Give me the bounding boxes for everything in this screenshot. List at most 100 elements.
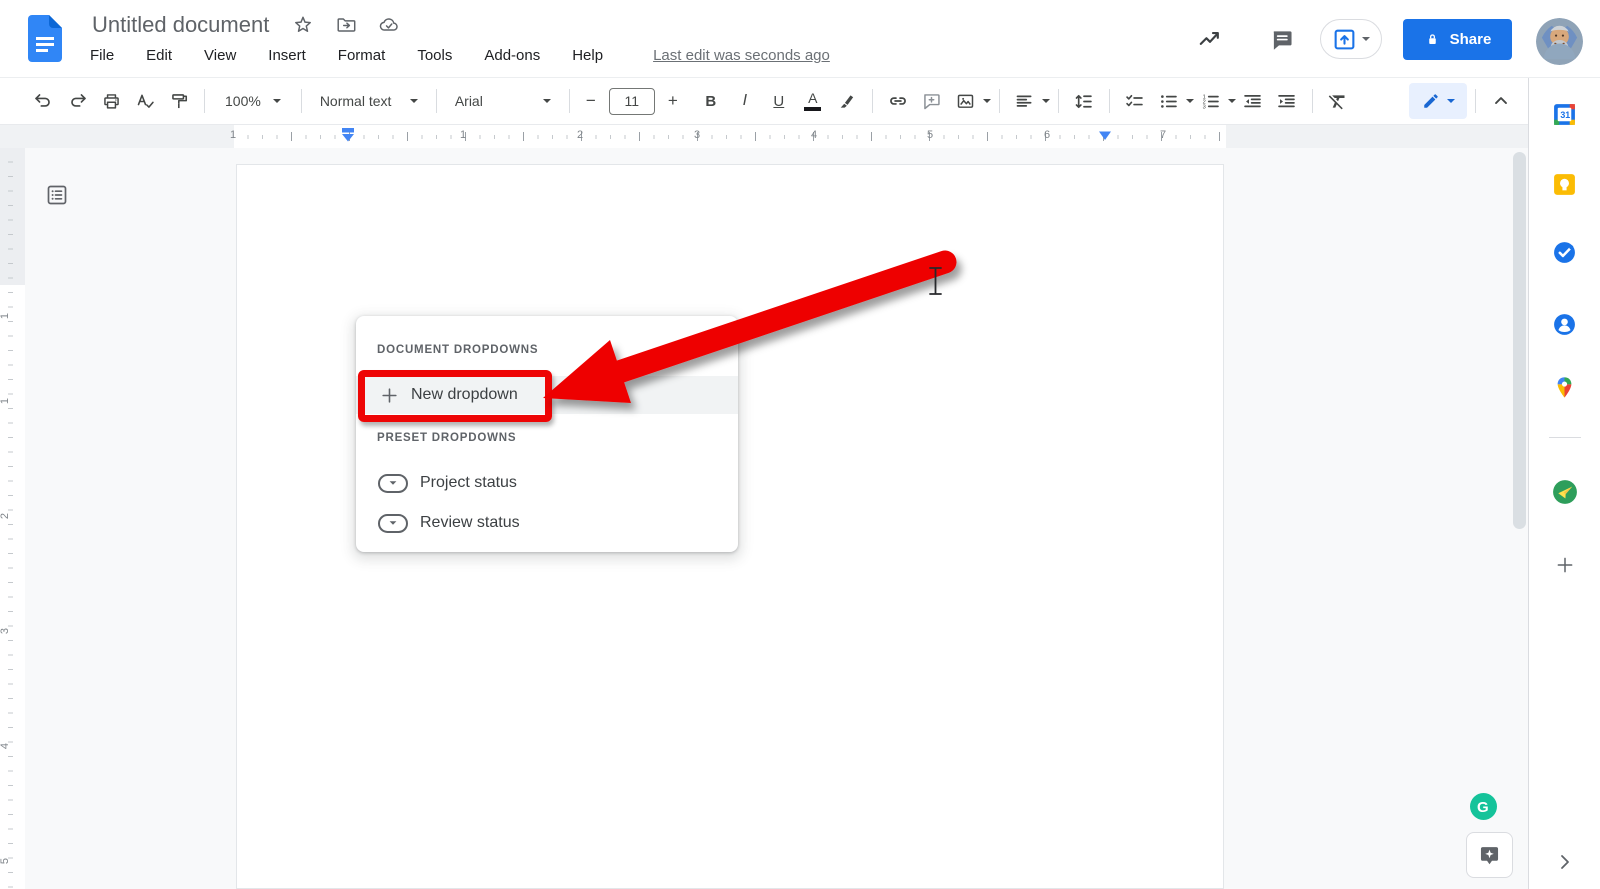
cloud-saved-icon[interactable] [376, 12, 402, 38]
lock-icon [1428, 34, 1436, 44]
menu-edit[interactable]: Edit [144, 45, 174, 66]
calendar-icon[interactable]: 31 [1551, 100, 1579, 128]
assistant-marker-icon [1480, 846, 1499, 864]
insert-image-button[interactable] [949, 85, 983, 117]
share-button[interactable]: Share [1403, 19, 1512, 60]
text-color-button[interactable]: A [796, 85, 830, 117]
menu-insert[interactable]: Insert [266, 45, 308, 66]
decrease-font-size-button[interactable]: − [578, 85, 604, 117]
paint-format-button[interactable] [162, 85, 196, 117]
hide-side-panel-chevron[interactable] [1551, 848, 1579, 876]
toolbar-divider [1475, 89, 1476, 113]
menu-help[interactable]: Help [570, 45, 605, 66]
document-title[interactable]: Untitled document [88, 10, 273, 40]
grammarly-assistant-button[interactable] [1466, 832, 1513, 878]
menu-view[interactable]: View [202, 45, 238, 66]
numbered-list-caret[interactable] [1227, 99, 1236, 103]
mail-merge-addon-icon[interactable] [1551, 478, 1579, 506]
bullet-list-caret[interactable] [1185, 99, 1194, 103]
toolbar-divider [300, 89, 302, 113]
menu-bar: File Edit View Insert Format Tools Add-o… [88, 45, 830, 66]
google-docs-app: Untitled document File Edit View Insert … [0, 0, 1600, 889]
star-icon[interactable] [290, 12, 316, 38]
vertical-scrollbar[interactable] [1513, 152, 1526, 529]
show-outline-button[interactable] [44, 182, 70, 208]
toolbar: 100% Normal text Arial − 11 + B I U A 1 … [0, 78, 1528, 125]
insert-link-button[interactable] [881, 85, 915, 117]
toolbar-divider [435, 89, 437, 113]
clear-formatting-button[interactable] [1321, 85, 1355, 117]
spellcheck-button[interactable] [128, 85, 162, 117]
svg-text:3: 3 [1203, 104, 1206, 110]
ruler-number: 1 [0, 312, 12, 320]
zoom-select[interactable]: 100% [213, 85, 293, 117]
zoom-value: 100% [225, 93, 261, 109]
increase-indent-button[interactable] [1270, 85, 1304, 117]
increase-font-size-button[interactable]: + [660, 85, 686, 117]
last-edit-status[interactable]: Last edit was seconds ago [653, 47, 830, 64]
ruler-number: 6 [1043, 129, 1051, 141]
horizontal-ruler: 1 1 2 3 4 5 6 7 [0, 125, 1528, 148]
docs-logo[interactable] [28, 15, 62, 62]
text-color-icon: A [804, 91, 822, 111]
present-button[interactable] [1320, 19, 1382, 59]
undo-button[interactable] [26, 85, 60, 117]
highlight-button[interactable] [830, 85, 864, 117]
align-button[interactable] [1008, 85, 1042, 117]
menu-item-review-status[interactable]: Review status [356, 504, 738, 542]
menu-format[interactable]: Format [336, 45, 388, 66]
maps-icon[interactable] [1551, 373, 1579, 401]
avatar[interactable] [1536, 18, 1583, 65]
italic-button[interactable]: I [728, 85, 762, 117]
ruler-number: 2 [576, 129, 584, 141]
align-caret[interactable] [1041, 99, 1050, 103]
ruler-number: 5 [926, 129, 934, 141]
insert-image-caret[interactable] [982, 99, 991, 103]
toolbar-divider [1108, 89, 1110, 113]
paragraph-style-select[interactable]: Normal text [310, 85, 428, 117]
left-indent-marker[interactable] [341, 128, 355, 143]
contacts-icon[interactable] [1551, 310, 1579, 338]
title-row: Untitled document [88, 10, 402, 40]
bullet-list-button[interactable] [1152, 85, 1186, 117]
numbered-list-button[interactable]: 1 2 3 [1194, 85, 1228, 117]
tasks-icon[interactable] [1551, 238, 1579, 266]
checklist-button[interactable] [1118, 85, 1152, 117]
ruler-number: 2 [0, 512, 12, 520]
menu-tools[interactable]: Tools [415, 45, 454, 66]
ruler-number: 1 [459, 129, 467, 141]
font-size-input[interactable]: 11 [608, 87, 655, 115]
menu-item-project-status[interactable]: Project status [356, 464, 738, 502]
ruler-number: 7 [1159, 129, 1167, 141]
grammarly-icon[interactable]: G [1470, 793, 1497, 820]
toolbar-divider [568, 89, 570, 113]
toolbar-divider [998, 89, 1000, 113]
edit-mode-pencil-icon [1423, 94, 1438, 108]
move-folder-icon[interactable] [333, 12, 359, 38]
collapse-toolbar-button[interactable] [1484, 85, 1518, 117]
font-select[interactable]: Arial [445, 85, 561, 117]
add-comment-button[interactable] [915, 85, 949, 117]
chevron-down-icon [542, 99, 551, 103]
comments-icon[interactable] [1269, 27, 1295, 53]
chevron-down-icon [1446, 99, 1455, 103]
ruler-number: 4 [810, 129, 818, 141]
activity-icon[interactable] [1197, 26, 1223, 52]
section-preset-dropdowns: PRESET DROPDOWNS [377, 432, 517, 444]
editing-mode-button[interactable] [1409, 83, 1467, 119]
decrease-indent-button[interactable] [1236, 85, 1270, 117]
header: Untitled document File Edit View Insert … [0, 0, 1600, 78]
toolbar-divider [871, 89, 873, 113]
get-addons-plus-icon[interactable] [1551, 551, 1579, 579]
keep-icon[interactable] [1551, 170, 1579, 198]
print-button[interactable] [94, 85, 128, 117]
share-label: Share [1449, 31, 1492, 48]
underline-button[interactable]: U [762, 85, 796, 117]
menu-file[interactable]: File [88, 45, 116, 66]
right-indent-marker[interactable] [1098, 131, 1112, 141]
toolbar-divider [1311, 89, 1313, 113]
bold-button[interactable]: B [694, 85, 728, 117]
line-spacing-button[interactable] [1067, 85, 1101, 117]
redo-button[interactable] [60, 85, 94, 117]
menu-addons[interactable]: Add-ons [482, 45, 542, 66]
